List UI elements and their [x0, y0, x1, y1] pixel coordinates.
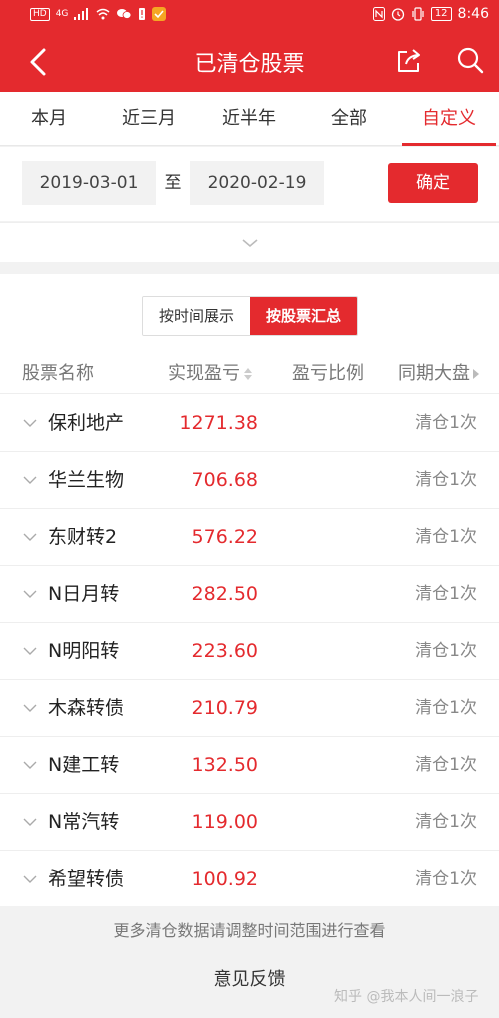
clear-count: 清仓1次 — [415, 527, 477, 547]
table-row[interactable]: 木森转债 210.79 清仓1次 — [0, 680, 499, 737]
table-row[interactable]: 华兰生物 706.68 清仓1次 — [0, 452, 499, 509]
stock-name: 希望转债 — [48, 868, 125, 890]
header-stock-name: 股票名称 — [22, 363, 94, 384]
alert-icon — [139, 8, 146, 20]
scroll-right-icon — [473, 369, 479, 379]
chevron-down-icon — [23, 818, 37, 826]
status-time: 8:46 — [457, 6, 489, 22]
realized-pl: 706.68 — [191, 469, 258, 491]
chevron-down-icon — [23, 875, 37, 883]
chevron-down-icon — [23, 704, 37, 712]
alarm-icon — [391, 8, 404, 21]
header-pl-ratio[interactable]: 盈亏比例 — [292, 360, 364, 388]
start-date-field[interactable]: 2019-03-01 — [22, 161, 156, 205]
more-data-note: 更多清仓数据请调整时间范围进行查看 — [0, 906, 499, 956]
toggle-by-stock[interactable]: 按股票汇总 — [250, 297, 357, 335]
clear-count: 清仓1次 — [415, 470, 477, 490]
expand-row — [0, 222, 499, 262]
vibrate-icon — [412, 7, 424, 21]
chevron-down-icon[interactable] — [240, 235, 260, 251]
clear-count: 清仓1次 — [415, 641, 477, 661]
clear-count: 清仓1次 — [415, 413, 477, 433]
realized-pl: 132.50 — [191, 754, 258, 776]
stock-name: 木森转债 — [48, 697, 125, 719]
chevron-down-icon — [23, 647, 37, 655]
stock-name: N常汽转 — [48, 811, 120, 833]
clear-count: 清仓1次 — [415, 584, 477, 604]
tab-three-months[interactable]: 近三月 — [100, 92, 198, 146]
stock-name: N明阳转 — [48, 640, 120, 662]
network-type: 4G — [55, 9, 69, 19]
toggle-by-time[interactable]: 按时间展示 — [143, 297, 250, 335]
active-tab-indicator — [402, 143, 496, 146]
stock-name: 华兰生物 — [48, 469, 125, 491]
clear-count: 清仓1次 — [415, 869, 477, 889]
stock-name: 保利地产 — [48, 412, 125, 434]
hd-indicator: HD — [30, 7, 50, 21]
period-tabs: 本月 近三月 近半年 全部 自定义 — [0, 92, 499, 146]
app-notification-icon — [152, 7, 167, 21]
nfc-icon — [372, 7, 385, 21]
realized-pl: 282.50 — [191, 583, 258, 605]
watermark: 知乎 @我本人间一浪子 — [334, 989, 479, 1005]
sort-icon — [244, 368, 252, 380]
tab-all[interactable]: 全部 — [300, 92, 398, 146]
share-icon[interactable] — [394, 46, 424, 76]
header-market[interactable]: 同期大盘 — [398, 360, 480, 388]
realized-pl: 223.60 — [191, 640, 258, 662]
title-bar: 已清仓股票 — [0, 30, 499, 92]
table-row[interactable]: N日月转 282.50 清仓1次 — [0, 566, 499, 623]
view-toggle: 按时间展示 按股票汇总 — [142, 296, 358, 336]
stock-name: N日月转 — [48, 583, 120, 605]
chevron-down-icon — [23, 419, 37, 427]
table-row[interactable]: 保利地产 1271.38 清仓1次 — [0, 395, 499, 452]
wifi-icon — [96, 8, 110, 20]
table-header: 股票名称 实现盈亏 盈亏比例 同期大盘 — [0, 354, 499, 394]
header-realized-pl[interactable]: 实现盈亏 — [168, 360, 253, 388]
table-row[interactable]: N建工转 132.50 清仓1次 — [0, 737, 499, 794]
table-row[interactable]: N明阳转 223.60 清仓1次 — [0, 623, 499, 680]
search-icon[interactable] — [454, 44, 486, 76]
realized-pl: 1271.38 — [179, 412, 258, 434]
battery-indicator: 12 — [430, 7, 452, 21]
chevron-down-icon — [23, 590, 37, 598]
table-row[interactable]: 东财转2 576.22 清仓1次 — [0, 509, 499, 566]
page-title: 已清仓股票 — [194, 52, 305, 77]
chevron-down-icon — [23, 476, 37, 484]
realized-pl: 210.79 — [191, 697, 258, 719]
clear-count: 清仓1次 — [415, 812, 477, 832]
header-market-label: 同期大盘 — [398, 363, 470, 384]
clear-count: 清仓1次 — [415, 755, 477, 775]
table-row[interactable]: 希望转债 100.92 清仓1次 — [0, 851, 499, 908]
header-realized-pl-label: 实现盈亏 — [168, 363, 240, 384]
realized-pl: 576.22 — [191, 526, 258, 548]
confirm-button[interactable]: 确定 — [388, 163, 478, 203]
table-row[interactable]: N常汽转 119.00 清仓1次 — [0, 794, 499, 851]
date-range-row: 2019-03-01 至 2020-02-19 确定 — [0, 147, 499, 221]
status-bar: HD 4G 12 8:46 — [0, 0, 499, 30]
tab-half-year[interactable]: 近半年 — [200, 92, 298, 146]
realized-pl: 100.92 — [191, 868, 258, 890]
end-date-field[interactable]: 2020-02-19 — [190, 161, 324, 205]
stock-list: 保利地产 1271.38 清仓1次 华兰生物 706.68 清仓1次 东财转2 … — [0, 395, 499, 908]
clear-count: 清仓1次 — [415, 698, 477, 718]
realized-pl: 119.00 — [191, 811, 258, 833]
chevron-down-icon — [23, 533, 37, 541]
wechat-icon — [117, 9, 132, 19]
date-separator: 至 — [164, 173, 182, 193]
chevron-down-icon — [23, 761, 37, 769]
tab-this-month[interactable]: 本月 — [0, 92, 98, 146]
signal-icon — [74, 8, 89, 20]
cleared-stocks-panel: 按时间展示 按股票汇总 股票名称 实现盈亏 盈亏比例 同期大盘 保利地产 127… — [0, 274, 499, 908]
stock-name: N建工转 — [48, 754, 120, 776]
stock-name: 东财转2 — [48, 526, 118, 548]
tab-custom[interactable]: 自定义 — [400, 92, 498, 146]
